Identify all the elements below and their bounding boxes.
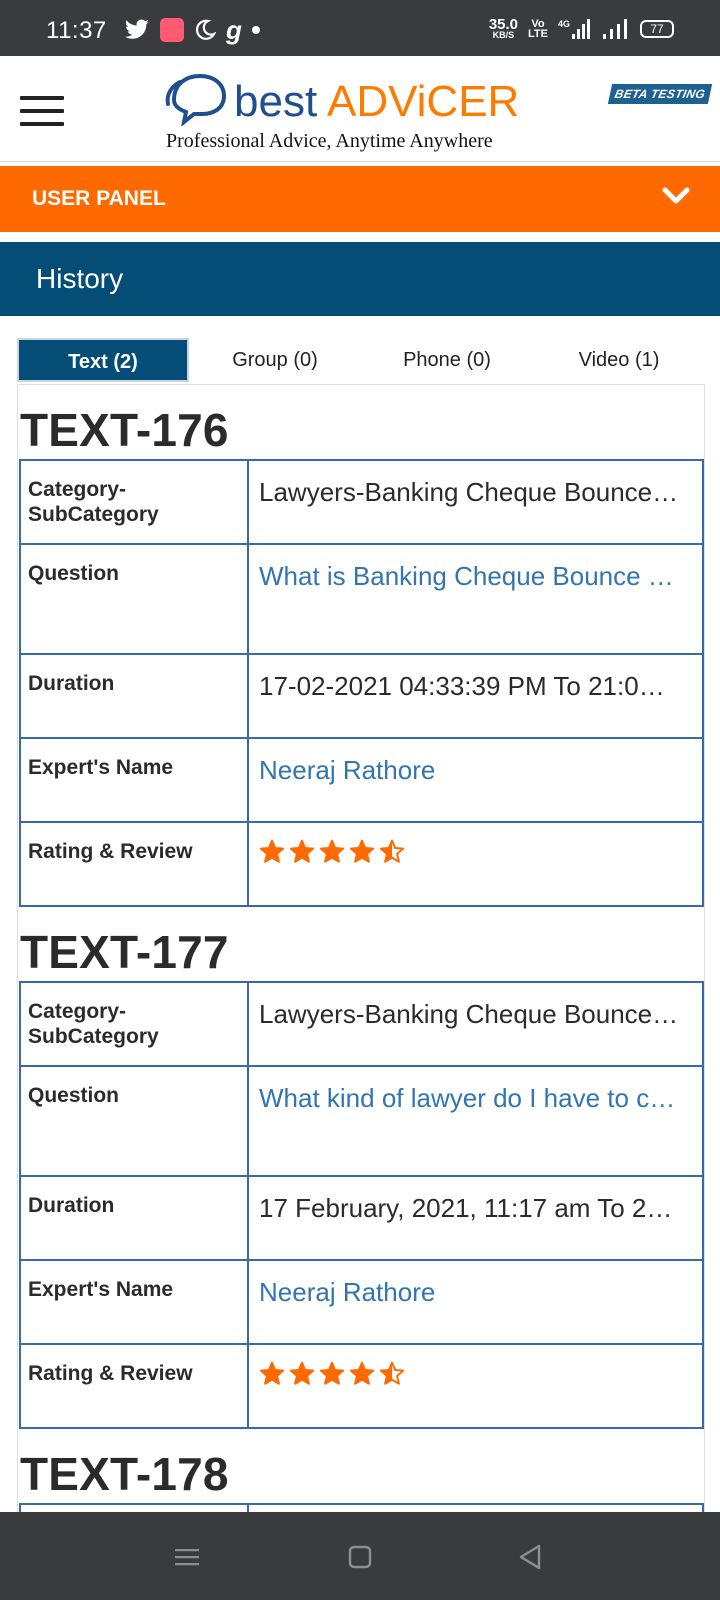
tab-text[interactable]: Text (2) <box>17 338 189 382</box>
star-full-icon <box>349 839 375 863</box>
battery-icon: 77 <box>640 20 674 38</box>
star-full-icon <box>259 1361 285 1385</box>
status-bar: 11:37 g 35.0 KB/S Vo LTE 4G 77 <box>0 0 720 56</box>
user-panel-label: USER PANEL <box>32 187 166 210</box>
star-half-icon <box>379 839 405 863</box>
svg-text:4G: 4G <box>558 19 570 29</box>
speech-bubble-logo-icon <box>165 73 227 126</box>
history-record: TEXT-177 Category-SubCategory Lawyers-Ba… <box>18 907 704 1429</box>
duration-value: 17-02-2021 04:33:39 PM To 21:0… <box>247 653 704 739</box>
duration-value: 17 February, 2021, 11:17 am To 2… <box>247 1175 704 1261</box>
rating-label: Rating & Review <box>19 1343 249 1429</box>
logo-wordmark: best ADViCER <box>234 77 520 126</box>
category-value: Lawyers-Banking Cheque Bounce… <box>247 459 704 545</box>
more-notifications-dot-icon <box>251 26 260 34</box>
table-row: Rating & Review <box>19 1343 704 1429</box>
chevron-down-icon <box>662 187 690 204</box>
table-row: Rating & Review <box>19 821 704 907</box>
hamburger-menu-icon[interactable] <box>20 96 64 126</box>
history-list[interactable]: TEXT-176 Category-SubCategory Lawyers-Ba… <box>17 384 705 1512</box>
best-advicer-logo[interactable]: best ADViCER Professional Advice, Anytim… <box>164 66 554 158</box>
beta-testing-badge: BETA TESTING <box>607 84 713 104</box>
table-row: Category-SubCategory Lawyers-Banking Che… <box>19 459 704 545</box>
expert-label: Expert's Name <box>19 1259 249 1345</box>
category-label: Category-SubCategory <box>19 981 249 1067</box>
record-details-table: Category-SubCategory Lawyers-Banking Che… <box>19 459 704 907</box>
star-full-icon <box>289 839 315 863</box>
expert-label: Expert's Name <box>19 737 249 823</box>
table-row: Category-SubCategory Lawyers-Banking Che… <box>19 981 704 1067</box>
star-full-icon <box>349 1361 375 1385</box>
tab-phone[interactable]: Phone (0) <box>361 338 533 382</box>
expert-name-link[interactable]: Neeraj Rathore <box>247 737 704 823</box>
history-record: TEXT-178 <box>18 1429 704 1512</box>
signal-icon <box>603 19 627 39</box>
signal-4g-icon: 4G <box>558 19 590 39</box>
history-section-header: History <box>0 242 720 316</box>
star-half-icon <box>379 1361 405 1385</box>
record-id: TEXT-177 <box>20 926 229 978</box>
record-details-table: Category-SubCategory Lawyers-Banking Che… <box>19 981 704 1429</box>
history-tabs: Text (2) Group (0) Phone (0) Video (1) <box>17 338 705 382</box>
record-id: TEXT-176 <box>20 404 229 456</box>
duration-label: Duration <box>19 653 249 739</box>
history-record: TEXT-176 Category-SubCategory Lawyers-Ba… <box>18 385 704 907</box>
rating-label: Rating & Review <box>19 821 249 907</box>
star-full-icon <box>259 839 285 863</box>
status-time: 11:37 <box>46 17 107 44</box>
volte-indicator: Vo LTE <box>528 18 548 40</box>
network-speed: 35.0 KB/S <box>488 15 519 40</box>
rating-value <box>247 821 704 907</box>
nav-menu-icon[interactable] <box>172 1542 202 1572</box>
site-header: best ADViCER Professional Advice, Anytim… <box>0 56 720 162</box>
g-app-icon: g <box>226 15 242 45</box>
table-row: Expert's Name Neeraj Rathore <box>19 1259 704 1345</box>
duration-label: Duration <box>19 1175 249 1261</box>
question-link[interactable]: What kind of lawyer do I have to c… <box>247 1065 704 1177</box>
rating-value <box>247 1343 704 1429</box>
question-link[interactable]: What is Banking Cheque Bounce … <box>247 543 704 655</box>
app-notification-icon <box>160 18 184 42</box>
star-full-icon <box>319 839 345 863</box>
category-label: Category-SubCategory <box>19 459 249 545</box>
category-label <box>19 1503 249 1512</box>
question-label: Question <box>19 543 249 655</box>
rating-stars <box>259 1361 694 1387</box>
question-label: Question <box>19 1065 249 1177</box>
tab-group[interactable]: Group (0) <box>189 338 361 382</box>
status-system-icons: 35.0 KB/S Vo LTE 4G 77 <box>488 15 674 40</box>
star-full-icon <box>319 1361 345 1385</box>
table-row: Question What kind of lawyer do I have t… <box>19 1065 704 1177</box>
tab-video[interactable]: Video (1) <box>533 338 705 382</box>
expert-name-link[interactable]: Neeraj Rathore <box>247 1259 704 1345</box>
category-value: Lawyers-Banking Cheque Bounce… <box>247 981 704 1067</box>
category-value <box>247 1503 704 1512</box>
nav-home-icon[interactable] <box>345 1542 375 1572</box>
status-notification-icons: g <box>124 15 260 45</box>
rating-stars <box>259 839 694 865</box>
table-row: Duration 17-02-2021 04:33:39 PM To 21:0… <box>19 653 704 739</box>
table-row: Question What is Banking Cheque Bounce … <box>19 543 704 655</box>
android-navigation-bar <box>0 1512 720 1600</box>
record-id: TEXT-178 <box>20 1448 229 1500</box>
logo-tagline: Professional Advice, Anytime Anywhere <box>166 130 493 152</box>
nav-back-icon[interactable] <box>515 1542 545 1572</box>
page-title: History <box>36 263 124 294</box>
twitter-icon <box>124 19 149 39</box>
table-row: Expert's Name Neeraj Rathore <box>19 737 704 823</box>
moon-icon <box>196 19 216 40</box>
user-panel-dropdown[interactable]: USER PANEL <box>0 166 720 232</box>
table-row: Duration 17 February, 2021, 11:17 am To … <box>19 1175 704 1261</box>
table-row <box>19 1503 704 1512</box>
star-full-icon <box>289 1361 315 1385</box>
